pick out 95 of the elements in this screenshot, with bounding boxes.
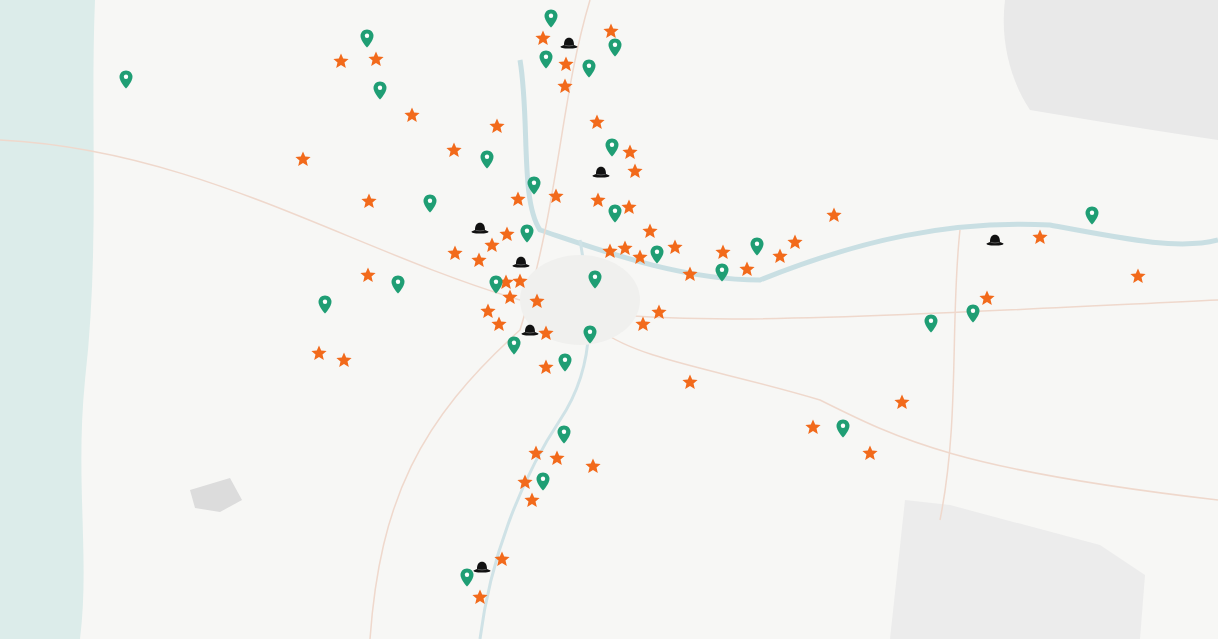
hat-icon[interactable]: [473, 561, 491, 573]
star-icon[interactable]: [447, 245, 463, 261]
star-icon[interactable]: [589, 114, 605, 130]
map-pin-icon[interactable]: [608, 38, 622, 57]
star-icon[interactable]: [538, 325, 554, 341]
star-icon[interactable]: [667, 239, 683, 255]
star-icon[interactable]: [635, 316, 651, 332]
star-icon[interactable]: [651, 304, 667, 320]
star-icon[interactable]: [295, 151, 311, 167]
star-icon[interactable]: [528, 445, 544, 461]
star-icon[interactable]: [642, 223, 658, 239]
star-icon[interactable]: [1032, 229, 1048, 245]
star-icon[interactable]: [529, 293, 545, 309]
star-icon[interactable]: [682, 266, 698, 282]
star-icon[interactable]: [489, 118, 505, 134]
star-icon[interactable]: [622, 144, 638, 160]
map-pin-icon[interactable]: [583, 325, 597, 344]
hat-icon[interactable]: [512, 256, 530, 268]
map-pin-icon[interactable]: [539, 50, 553, 69]
map-pin-icon[interactable]: [650, 245, 664, 264]
star-icon[interactable]: [558, 56, 574, 72]
star-icon[interactable]: [360, 267, 376, 283]
hat-icon[interactable]: [560, 37, 578, 49]
star-icon[interactable]: [585, 458, 601, 474]
star-icon[interactable]: [446, 142, 462, 158]
star-icon[interactable]: [368, 51, 384, 67]
star-icon[interactable]: [557, 78, 573, 94]
map-pin-icon[interactable]: [588, 270, 602, 289]
map-pin-icon[interactable]: [119, 70, 133, 89]
star-icon[interactable]: [682, 374, 698, 390]
star-icon[interactable]: [502, 289, 518, 305]
star-icon[interactable]: [590, 192, 606, 208]
star-icon[interactable]: [1130, 268, 1146, 284]
star-icon[interactable]: [498, 274, 514, 290]
star-icon[interactable]: [480, 303, 496, 319]
map-pin-icon[interactable]: [527, 176, 541, 195]
star-icon[interactable]: [739, 261, 755, 277]
map-pin-icon[interactable]: [423, 194, 437, 213]
star-icon[interactable]: [311, 345, 327, 361]
star-icon[interactable]: [772, 248, 788, 264]
star-icon[interactable]: [805, 419, 821, 435]
map-pin-icon[interactable]: [544, 9, 558, 28]
star-icon[interactable]: [602, 243, 618, 259]
map-pin-icon[interactable]: [489, 275, 503, 294]
hat-icon[interactable]: [592, 166, 610, 178]
star-icon[interactable]: [361, 193, 377, 209]
map-pin-icon[interactable]: [836, 419, 850, 438]
star-icon[interactable]: [548, 188, 564, 204]
map-pin-icon[interactable]: [536, 472, 550, 491]
star-icon[interactable]: [894, 394, 910, 410]
star-icon[interactable]: [535, 30, 551, 46]
map-pin-icon[interactable]: [750, 237, 764, 256]
star-icon[interactable]: [471, 252, 487, 268]
star-icon[interactable]: [549, 450, 565, 466]
star-icon[interactable]: [472, 589, 488, 605]
hat-icon[interactable]: [471, 222, 489, 234]
star-icon[interactable]: [979, 290, 995, 306]
star-icon[interactable]: [862, 445, 878, 461]
star-icon[interactable]: [524, 492, 540, 508]
map-pin-icon[interactable]: [557, 425, 571, 444]
star-icon[interactable]: [617, 240, 633, 256]
star-icon[interactable]: [517, 474, 533, 490]
star-icon[interactable]: [715, 244, 731, 260]
map-pin-icon[interactable]: [520, 224, 534, 243]
star-icon[interactable]: [404, 107, 420, 123]
star-icon[interactable]: [787, 234, 803, 250]
map-pin-icon[interactable]: [558, 353, 572, 372]
map-pin-icon[interactable]: [391, 275, 405, 294]
map-pin-icon[interactable]: [318, 295, 332, 314]
star-icon[interactable]: [538, 359, 554, 375]
map-pin-icon[interactable]: [966, 304, 980, 323]
map-pin-icon[interactable]: [582, 59, 596, 78]
map-pin-icon[interactable]: [608, 204, 622, 223]
map-pin-icon[interactable]: [373, 81, 387, 100]
map-pin-icon[interactable]: [605, 138, 619, 157]
hat-icon[interactable]: [521, 324, 539, 336]
star-icon[interactable]: [632, 249, 648, 265]
star-icon[interactable]: [621, 199, 637, 215]
star-icon[interactable]: [627, 163, 643, 179]
star-icon[interactable]: [494, 551, 510, 567]
star-icon[interactable]: [510, 191, 526, 207]
star-icon[interactable]: [484, 237, 500, 253]
map-pin-icon[interactable]: [715, 263, 729, 282]
map-pin-icon[interactable]: [1085, 206, 1099, 225]
map-pin-icon[interactable]: [924, 314, 938, 333]
star-icon[interactable]: [333, 53, 349, 69]
hat-icon[interactable]: [986, 234, 1004, 246]
star-icon[interactable]: [826, 207, 842, 223]
map-pin-icon[interactable]: [360, 29, 374, 48]
star-icon[interactable]: [499, 226, 515, 242]
star-icon[interactable]: [512, 273, 528, 289]
star-icon[interactable]: [603, 23, 619, 39]
map-pin-icon[interactable]: [480, 150, 494, 169]
star-icon[interactable]: [491, 316, 507, 332]
star-icon[interactable]: [336, 352, 352, 368]
